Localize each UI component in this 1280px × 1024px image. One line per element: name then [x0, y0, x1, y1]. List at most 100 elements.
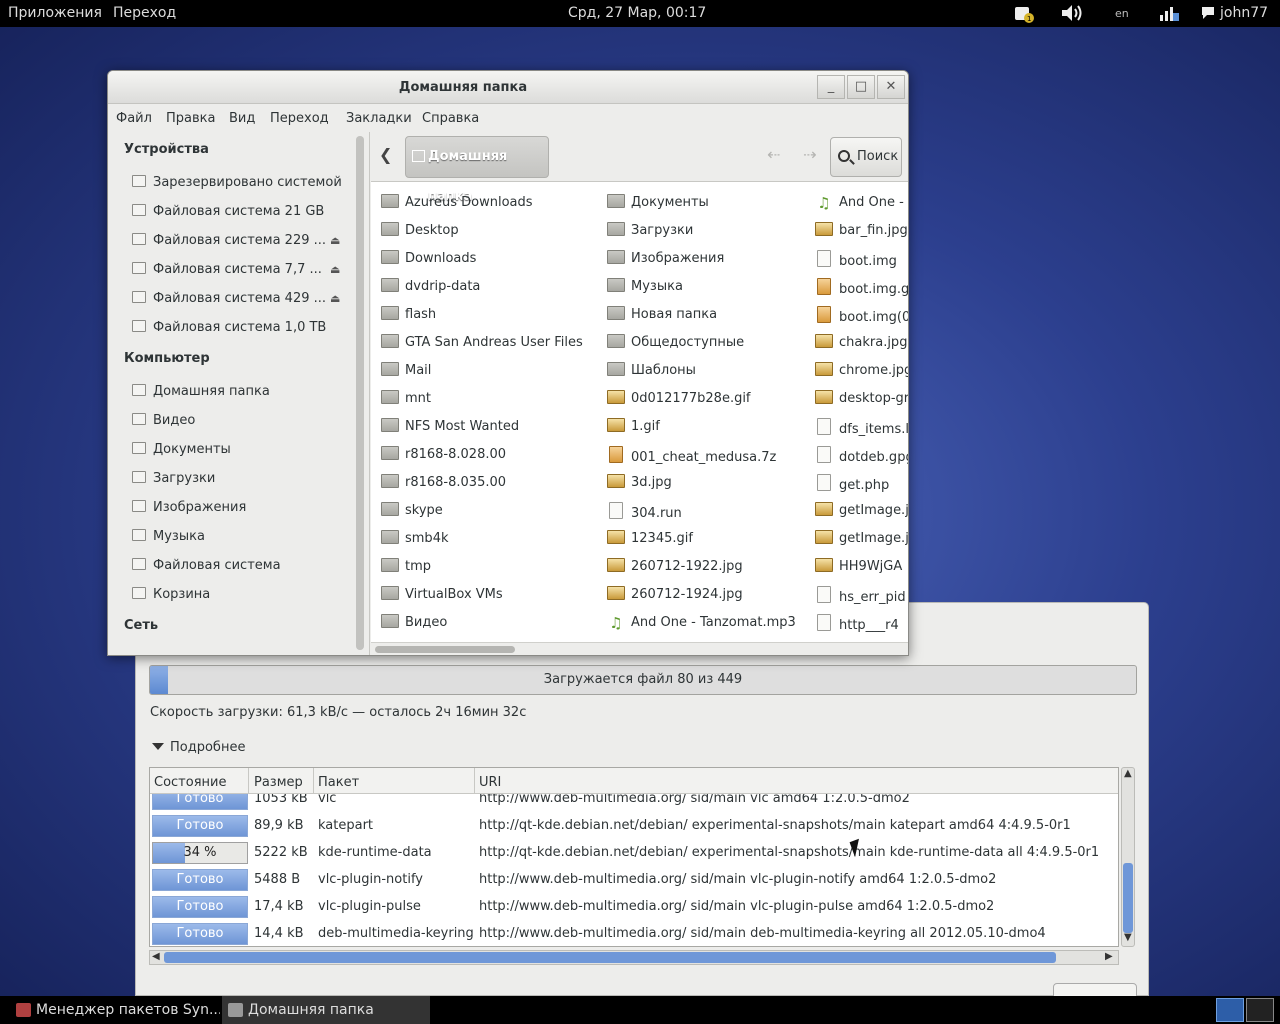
scroll-right-icon[interactable]: ▶	[1105, 951, 1113, 962]
keyboard-layout[interactable]: en	[1115, 7, 1129, 20]
sidebar-item-place[interactable]: Загрузки	[132, 471, 215, 486]
table-row[interactable]: Готово 17,4 kB vlc-plugin-pulse http://www.…	[150, 894, 1118, 921]
vertical-scroll-thumb[interactable]	[1123, 863, 1133, 933]
volume-icon[interactable]	[1060, 3, 1084, 27]
file-item[interactable]: boot.img	[815, 250, 897, 272]
table-row[interactable]: Готово 5488 B vlc-plugin-notify http://www.…	[150, 867, 1118, 894]
table-row[interactable]: Готово 89,9 kB katepart http://qt-kde.debia…	[150, 813, 1118, 840]
menu-file[interactable]: Файл	[116, 111, 152, 126]
sidebar-item-place[interactable]: Изображения	[132, 500, 246, 515]
file-item[interactable]: 001_cheat_medusa.7z	[607, 446, 776, 468]
menu-view[interactable]: Вид	[229, 111, 255, 126]
minimize-button[interactable]: _	[817, 75, 845, 99]
table-vertical-scrollbar[interactable]: ▲ ▼	[1121, 767, 1135, 947]
workspace-2[interactable]	[1246, 998, 1274, 1022]
sidebar-scrollbar[interactable]	[356, 136, 364, 650]
file-item[interactable]: GTA San Andreas User Files	[381, 334, 583, 356]
file-item[interactable]: http___r4	[815, 614, 899, 636]
scroll-up-icon[interactable]: ▲	[1124, 768, 1132, 779]
file-item[interactable]: Общедоступные	[607, 334, 744, 356]
file-item[interactable]: desktop-gr	[815, 390, 908, 412]
file-item[interactable]: ♫ And One -	[815, 194, 904, 216]
file-item[interactable]: Музыка	[607, 278, 683, 300]
table-row[interactable]: Готово 14,4 kB deb-multimedia-keyring http:…	[150, 921, 1118, 946]
nav-forward-icon[interactable]: ⇢	[803, 145, 816, 164]
menu-go[interactable]: Переход	[270, 111, 329, 126]
sidebar-item-place[interactable]: Документы	[132, 442, 231, 457]
file-item[interactable]: Desktop	[381, 222, 459, 244]
sidebar-item-device[interactable]: Файловая система 7,7 ...	[132, 262, 322, 277]
sidebar-item-device[interactable]: Файловая система 1,0 TB	[132, 320, 326, 335]
file-item[interactable]: dotdeb.gpg	[815, 446, 908, 468]
scroll-left-icon[interactable]: ◀	[152, 951, 160, 962]
task-synaptic[interactable]: Менеджер пакетов Syn...	[10, 996, 220, 1024]
notification-icon[interactable]: 1	[1013, 4, 1035, 28]
window-titlebar[interactable]: Домашняя папка _ □ ✕	[108, 71, 908, 104]
file-item[interactable]: ♫ And One - Tanzomat.mp3	[607, 614, 796, 636]
details-expander[interactable]: Подробнее	[152, 740, 245, 755]
file-item[interactable]: 260712-1924.jpg	[607, 586, 743, 608]
file-item[interactable]: 12345.gif	[607, 530, 693, 552]
file-item[interactable]: mnt	[381, 390, 431, 412]
file-item[interactable]: 3d.jpg	[607, 474, 672, 496]
file-view-scrollbar[interactable]	[371, 642, 908, 655]
file-item[interactable]: chakra.jpg	[815, 334, 907, 356]
file-item[interactable]: VirtualBox VMs	[381, 586, 503, 608]
scroll-down-icon[interactable]: ▼	[1124, 932, 1132, 943]
sidebar-item-place[interactable]: Домашняя папка	[132, 384, 270, 399]
file-item[interactable]: dvdrip-data	[381, 278, 480, 300]
workspace-1[interactable]	[1216, 998, 1244, 1022]
file-item[interactable]: getImage.j	[815, 530, 908, 552]
file-item[interactable]: Новая папка	[607, 306, 717, 328]
sidebar-item-device[interactable]: Файловая система 21 GB	[132, 204, 324, 219]
network-icon[interactable]	[1158, 3, 1180, 27]
menu-edit[interactable]: Правка	[166, 111, 215, 126]
maximize-button[interactable]: □	[847, 75, 875, 99]
table-row[interactable]: 34 % 5222 kB kde-runtime-data http://qt-kde…	[150, 840, 1118, 867]
sidebar-item-place[interactable]: Музыка	[132, 529, 205, 544]
file-item[interactable]: Документы	[607, 194, 709, 216]
eject-icon[interactable]: ⏏	[330, 263, 340, 276]
applications-menu[interactable]: Приложения	[8, 5, 102, 21]
file-item[interactable]: r8168-8.035.00	[381, 474, 506, 496]
close-button[interactable]: ✕	[877, 75, 905, 99]
file-item[interactable]: 0d012177b28e.gif	[607, 390, 751, 412]
file-item[interactable]: dfs_items.l	[815, 418, 908, 440]
file-item[interactable]: Mail	[381, 362, 431, 384]
task-home-folder[interactable]: Домашняя папка	[222, 996, 430, 1024]
user-menu[interactable]: john77	[1220, 5, 1268, 21]
back-arrow-icon[interactable]: ❮	[379, 145, 392, 164]
sidebar-item-device[interactable]: Зарезервировано системой	[132, 175, 342, 190]
file-item[interactable]: tmp	[381, 558, 431, 580]
sidebar-item-place[interactable]: Корзина	[132, 587, 210, 602]
file-item[interactable]: Загрузки	[607, 222, 693, 244]
nav-back-icon[interactable]: ⇠	[767, 145, 780, 164]
file-item[interactable]: getImage.j	[815, 502, 908, 524]
file-item[interactable]: NFS Most Wanted	[381, 418, 519, 440]
eject-icon[interactable]: ⏏	[330, 234, 340, 247]
file-item[interactable]: flash	[381, 306, 436, 328]
file-item[interactable]: chrome.jpg	[815, 362, 908, 384]
file-item[interactable]: boot.img(0	[815, 306, 908, 328]
sidebar-item-device[interactable]: Файловая система 229 ...	[132, 233, 326, 248]
file-item[interactable]: 304.run	[607, 502, 682, 524]
chat-icon[interactable]	[1200, 5, 1216, 25]
column-package[interactable]: Пакет	[318, 775, 359, 790]
file-item[interactable]: 260712-1922.jpg	[607, 558, 743, 580]
file-item[interactable]: Изображения	[607, 250, 724, 272]
file-item[interactable]: 1.gif	[607, 418, 660, 440]
file-item[interactable]: Видео	[381, 614, 447, 636]
file-item[interactable]: r8168-8.028.00	[381, 446, 506, 468]
sidebar-item-device[interactable]: Файловая система 429 ...	[132, 291, 326, 306]
sidebar-item-place[interactable]: Видео	[132, 413, 195, 428]
file-item[interactable]: hs_err_pid	[815, 586, 906, 608]
file-view-scroll-thumb[interactable]	[375, 646, 515, 653]
sidebar-scroll-thumb[interactable]	[356, 136, 364, 650]
file-item[interactable]: Downloads	[381, 250, 476, 272]
horizontal-scroll-thumb[interactable]	[164, 952, 1056, 963]
path-bar-home-button[interactable]: Домашняя папка	[405, 136, 549, 204]
file-item[interactable]: HH9WjGA	[815, 558, 902, 580]
menu-help[interactable]: Справка	[422, 111, 479, 126]
file-item[interactable]: boot.img.g	[815, 278, 908, 300]
file-item[interactable]: Azureus Downloads	[381, 194, 533, 216]
